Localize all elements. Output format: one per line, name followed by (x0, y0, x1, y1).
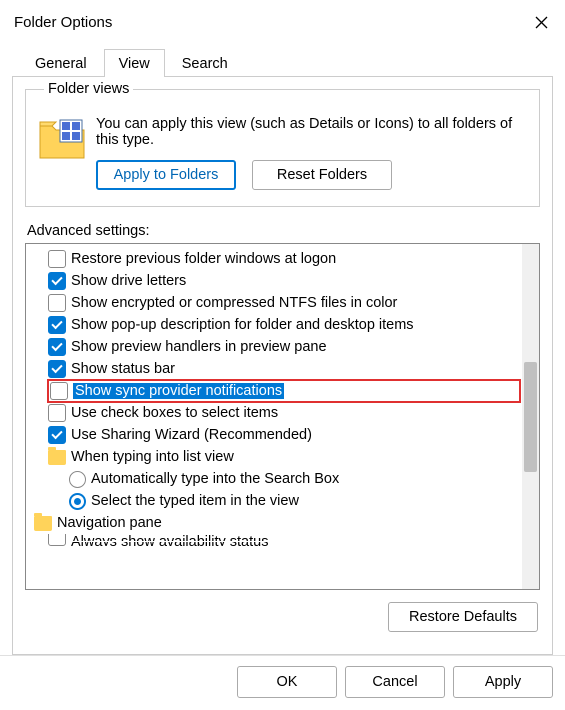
folder-views-desc: You can apply this view (such as Details… (96, 116, 527, 148)
cutoff-label: Always show availability status (71, 534, 268, 546)
scrollbar[interactable] (522, 244, 539, 589)
folder-icon (48, 450, 66, 465)
tree-item-label: Show pop-up description for folder and d… (71, 317, 414, 333)
scrollbar-thumb[interactable] (524, 362, 537, 472)
tree-item-label: Show preview handlers in preview pane (71, 339, 327, 355)
cutoff-row[interactable]: Always show availability status (48, 534, 520, 546)
close-button[interactable] (521, 8, 561, 36)
radio[interactable] (69, 471, 86, 488)
folder-views-group: Folder views Yo (25, 89, 540, 207)
tab-panel-view: Folder views Yo (12, 77, 553, 655)
titlebar: Folder Options (0, 0, 565, 44)
tree-item-label: Select the typed item in the view (91, 493, 299, 509)
tree-item-label: Show status bar (71, 361, 175, 377)
window-title: Folder Options (14, 14, 521, 31)
tab-strip: General View Search (12, 48, 553, 77)
tree-item[interactable]: Show status bar (48, 358, 520, 380)
folder-views-icon (38, 118, 86, 166)
checkbox[interactable] (48, 404, 66, 422)
checkbox[interactable] (48, 272, 66, 290)
close-icon (535, 16, 548, 29)
checkbox[interactable] (48, 316, 66, 334)
tree-item-label: Show drive letters (71, 273, 186, 289)
tree-item-label: Use check boxes to select items (71, 405, 278, 421)
restore-defaults-button[interactable]: Restore Defaults (388, 602, 538, 632)
checkbox[interactable] (48, 338, 66, 356)
tree-item[interactable]: Restore previous folder windows at logon (48, 248, 520, 270)
advanced-settings-tree[interactable]: Restore previous folder windows at logon… (25, 243, 540, 590)
tab-search[interactable]: Search (167, 49, 243, 77)
content: General View Search Folder views (0, 44, 565, 655)
tab-view[interactable]: View (104, 49, 165, 77)
tree-item[interactable]: Show sync provider notifications (48, 380, 520, 402)
tree-inner: Restore previous folder windows at logon… (26, 244, 522, 589)
tree-item-label: Show encrypted or compressed NTFS files … (71, 295, 397, 311)
tree-item[interactable]: Use Sharing Wizard (Recommended) (48, 424, 520, 446)
tree-item-label: Use Sharing Wizard (Recommended) (71, 427, 312, 443)
folder-options-dialog: Folder Options General View Search Folde… (0, 0, 565, 710)
advanced-settings-label: Advanced settings: (27, 223, 540, 239)
reset-folders-button[interactable]: Reset Folders (252, 160, 392, 190)
tree-item[interactable]: Use check boxes to select items (48, 402, 520, 424)
tree-item[interactable]: Show encrypted or compressed NTFS files … (48, 292, 520, 314)
folder-views-right: You can apply this view (such as Details… (96, 116, 527, 190)
ok-button[interactable]: OK (237, 666, 337, 698)
restore-defaults-row: Restore Defaults (25, 590, 540, 638)
folder-icon (34, 516, 52, 531)
checkbox[interactable] (48, 294, 66, 312)
tree-item[interactable]: Show preview handlers in preview pane (48, 336, 520, 358)
checkbox[interactable] (48, 250, 66, 268)
checkbox[interactable] (50, 382, 68, 400)
tree-item-label: Automatically type into the Search Box (91, 471, 339, 487)
folder-views-inner: You can apply this view (such as Details… (38, 116, 527, 190)
apply-to-folders-button[interactable]: Apply to Folders (96, 160, 236, 190)
dialog-footer: OK Cancel Apply (0, 655, 565, 710)
apply-button[interactable]: Apply (453, 666, 553, 698)
radio[interactable] (69, 493, 86, 510)
tree-item-label: Restore previous folder windows at logon (71, 251, 336, 267)
tree-item[interactable]: Automatically type into the Search Box (48, 468, 520, 490)
navigation-pane-node[interactable]: Navigation pane (30, 512, 520, 534)
tree-item[interactable]: When typing into list view (48, 446, 520, 468)
cancel-button[interactable]: Cancel (345, 666, 445, 698)
tab-general[interactable]: General (20, 49, 102, 77)
tree-item[interactable]: Select the typed item in the view (48, 490, 520, 512)
tree-item-label: When typing into list view (71, 449, 234, 465)
tree-item-label: Show sync provider notifications (73, 383, 284, 399)
folder-views-legend: Folder views (44, 81, 133, 97)
checkbox[interactable] (48, 534, 66, 546)
checkbox[interactable] (48, 360, 66, 378)
tree-item[interactable]: Show pop-up description for folder and d… (48, 314, 520, 336)
tree-item[interactable]: Show drive letters (48, 270, 520, 292)
folder-views-buttons: Apply to Folders Reset Folders (96, 160, 527, 190)
navigation-pane-label: Navigation pane (57, 515, 162, 531)
checkbox[interactable] (48, 426, 66, 444)
